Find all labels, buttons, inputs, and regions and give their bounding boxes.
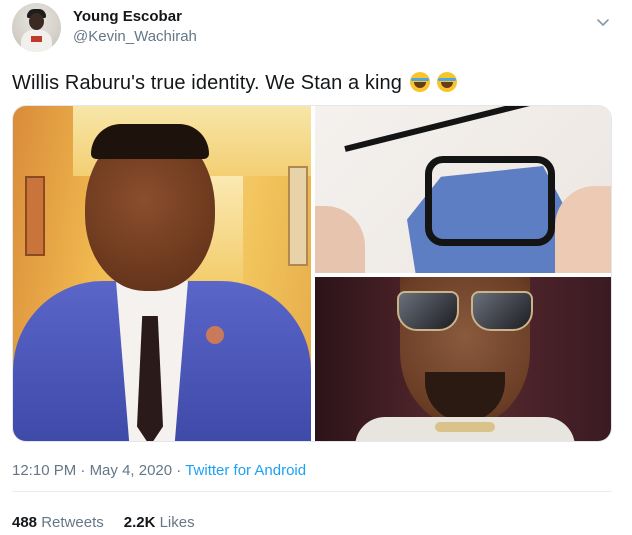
photo-frame-left xyxy=(25,176,45,256)
photo-man-in-sunglasses[interactable] xyxy=(315,277,611,441)
meta-separator: · xyxy=(176,462,182,479)
photo-hand-right xyxy=(555,186,611,273)
photo-glasses-cleaning[interactable] xyxy=(315,106,611,273)
tweet-date[interactable]: May 4, 2020 xyxy=(90,462,173,479)
avatar[interactable] xyxy=(12,3,61,52)
likes-stat[interactable]: 2.2K Likes xyxy=(124,514,195,531)
author-display-name[interactable]: Young Escobar xyxy=(73,8,182,25)
avatar-head xyxy=(29,13,44,30)
avatar-flag xyxy=(31,36,42,42)
divider xyxy=(12,491,612,492)
tweet-text: Willis Raburu's true identity. We Stan a… xyxy=(12,72,458,95)
tweet-source-link[interactable]: Twitter for Android xyxy=(185,462,306,479)
tweet-meta: 12:10 PM · May 4, 2020 · Twitter for And… xyxy=(12,462,306,479)
tears-of-joy-icon xyxy=(437,72,458,92)
retweets-label: Retweets xyxy=(41,514,104,531)
photo-brooch xyxy=(206,326,224,344)
photo-chain xyxy=(435,422,495,432)
photo-sunglasses-right xyxy=(471,291,533,331)
photo-glasses-arm xyxy=(344,106,603,152)
photo-hair xyxy=(91,124,209,159)
photo-sunglasses-left xyxy=(397,291,459,331)
media-grid xyxy=(12,105,612,442)
retweets-stat[interactable]: 488 Retweets xyxy=(12,514,104,531)
likes-count: 2.2K xyxy=(123,514,156,531)
author-handle[interactable]: @Kevin_Wachirah xyxy=(73,28,197,45)
likes-label: Likes xyxy=(159,514,195,531)
photo-man-in-suit[interactable] xyxy=(13,106,313,441)
retweets-count: 488 xyxy=(12,514,38,531)
tweet-body: Willis Raburu's true identity. We Stan a… xyxy=(12,72,402,94)
tweet-time[interactable]: 12:10 PM xyxy=(12,462,76,479)
photo-glasses-lens xyxy=(425,156,555,246)
photo-hand-left xyxy=(315,206,365,273)
photo-frame-right xyxy=(288,166,308,266)
tweet-stats: 488 Retweets 2.2K Likes xyxy=(12,514,195,531)
tears-of-joy-icon xyxy=(409,72,430,92)
chevron-down-icon[interactable] xyxy=(596,16,610,30)
meta-separator: · xyxy=(80,462,86,479)
